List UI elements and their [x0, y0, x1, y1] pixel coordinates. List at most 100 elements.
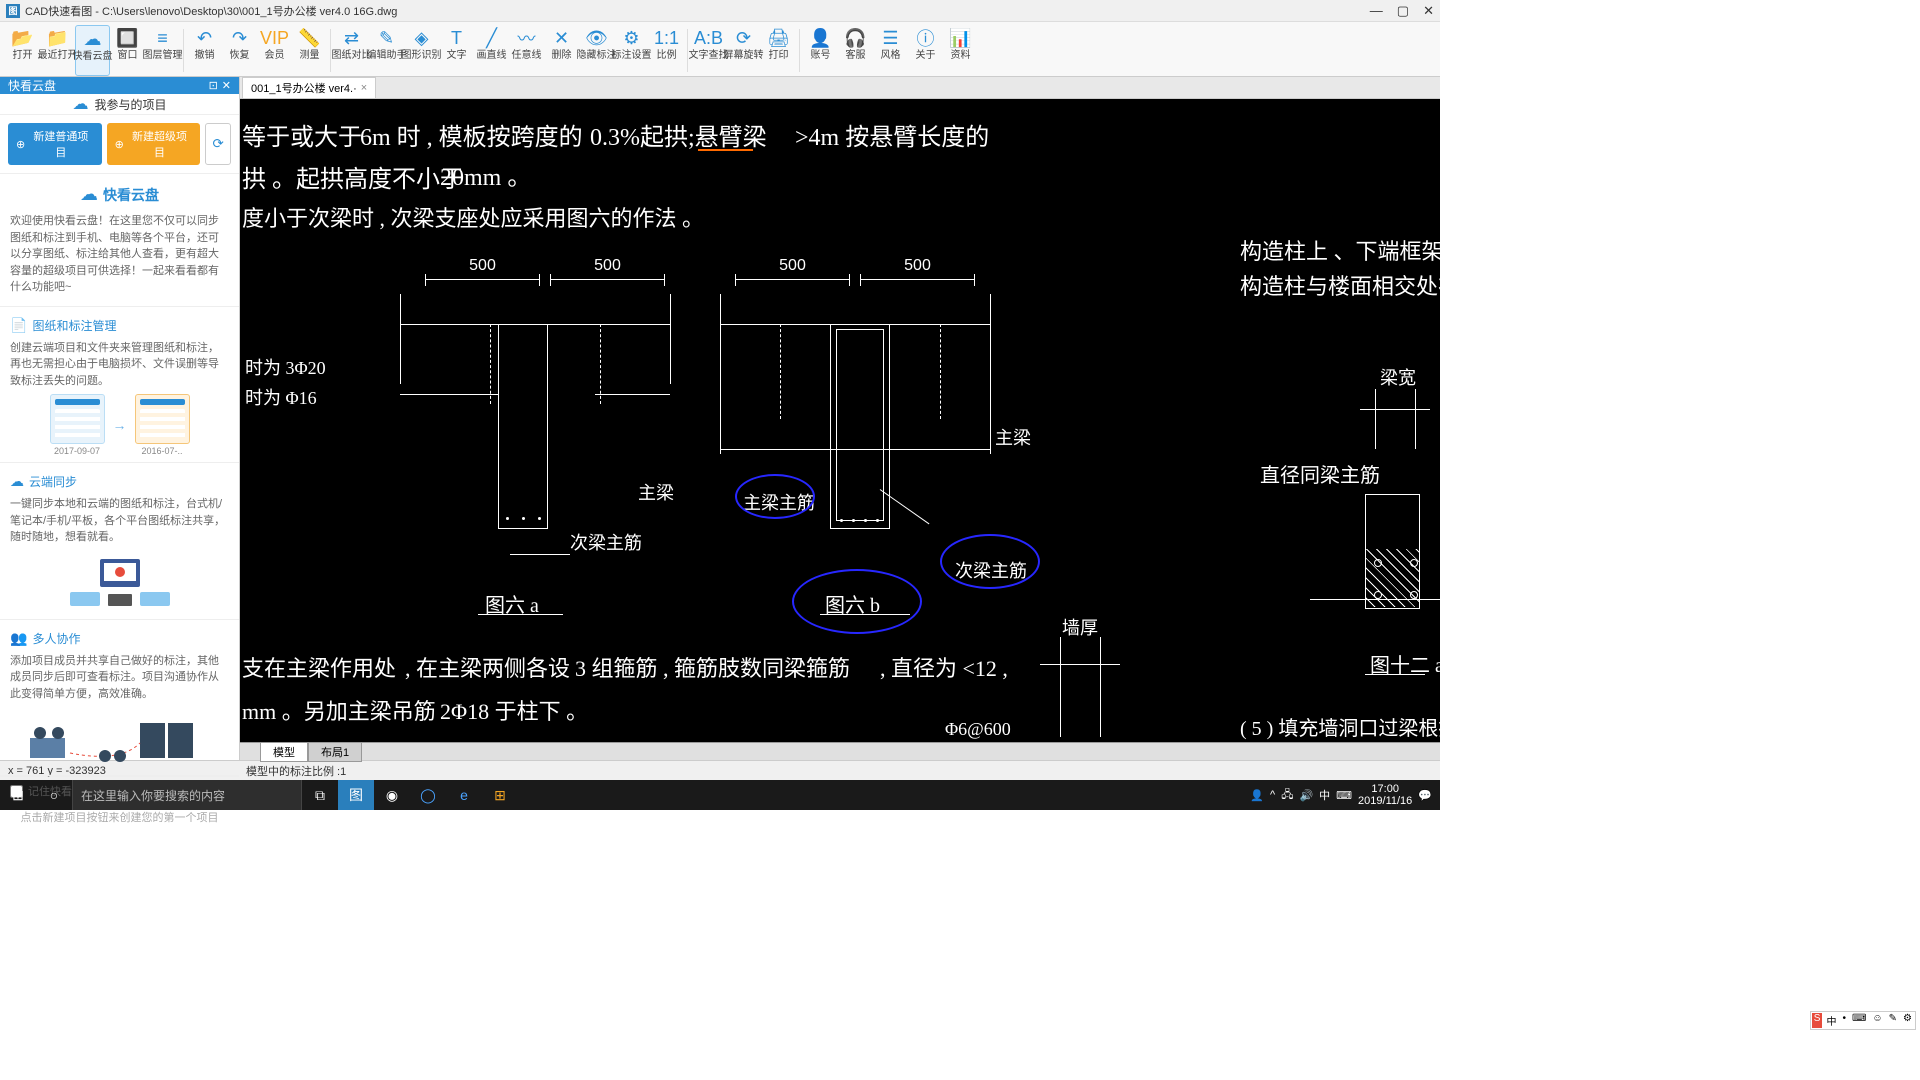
cad-text: 构造柱上 、下端框架梁处: [1240, 234, 1440, 266]
toolbar-恢复[interactable]: ↷恢复: [222, 25, 257, 76]
toolbar-快看云盘[interactable]: ☁快看云盘: [75, 25, 110, 76]
system-tray: 👤 ^ 🖧 🔊 中 ⌨ 17:00 2019/11/16 💬: [1250, 783, 1440, 807]
cloud-desc: 欢迎使用快看云盘！在这里您不仅可以同步图纸和标注到手机、电脑等各个平台，还可以分…: [10, 213, 229, 296]
model-tab[interactable]: 模型: [260, 742, 308, 762]
cad-text: 梁宽: [1380, 364, 1416, 390]
app-browser-icon[interactable]: ◯: [410, 780, 446, 810]
app-icon[interactable]: ◉: [374, 780, 410, 810]
toolbar-icon: ☁: [82, 28, 104, 50]
main-area: 快看云盘 ⊡ ✕ ☁ 我参与的项目 ⊕新建普通项目 ⊕新建超级项目 ⟳ ☁ 快看…: [0, 77, 1440, 760]
toolbar-icon: ⚙: [621, 27, 643, 49]
toolbar-icon: 👤: [810, 27, 832, 49]
app-cad-icon[interactable]: 图: [338, 780, 374, 810]
toolbar-会员[interactable]: VIP会员: [257, 25, 292, 76]
cad-text: 构造柱与楼面相交处在施工: [1240, 269, 1440, 301]
toolbar-icon: 1:1: [656, 27, 678, 49]
cad-text: 2Φ18 于柱下 。: [440, 694, 588, 726]
refresh-button[interactable]: ⟳: [205, 123, 231, 165]
tray-people-icon[interactable]: 👤: [1250, 789, 1264, 802]
task-view-icon[interactable]: ⧉: [302, 780, 338, 810]
start-button[interactable]: ⊞: [0, 780, 36, 810]
toolbar-icon: ✎: [376, 27, 398, 49]
toolbar-图形识别[interactable]: ◈图形识别: [404, 25, 439, 76]
cad-text: ( 5 ) 填充墙洞口过梁根据: [1240, 712, 1440, 741]
toolbar-测量[interactable]: 📏测量: [292, 25, 327, 76]
toolbar-icon: 🔲: [117, 27, 139, 49]
toolbar-屏幕旋转[interactable]: ⟳屏幕旋转: [726, 25, 761, 76]
ime-s-icon: S: [1812, 1013, 1823, 1028]
toolbar-标注设置[interactable]: ⚙标注设置: [614, 25, 649, 76]
titlebar: 图 CAD快速看图 - C:\Users\lenovo\Desktop\30\0…: [0, 0, 1440, 22]
layout-tab[interactable]: 布局1: [308, 742, 362, 762]
cortana-icon[interactable]: ○: [36, 780, 72, 810]
toolbar-打印[interactable]: 🖨打印: [761, 25, 796, 76]
toolbar-账号[interactable]: 👤账号: [803, 25, 838, 76]
ink-annotation: [792, 569, 922, 634]
toolbar-任意线[interactable]: 〰任意线: [509, 25, 544, 76]
toolbar-图纸对比[interactable]: ⇄图纸对比: [334, 25, 369, 76]
cloud-promo: ☁ 快看云盘 欢迎使用快看云盘！在这里您不仅可以同步图纸和标注到手机、电脑等各个…: [0, 174, 239, 307]
file-tab[interactable]: 001_1号办公楼 ver4.· ×: [242, 77, 376, 98]
toolbar-icon: 〰: [516, 27, 538, 49]
toolbar-最近打开[interactable]: 📁最近打开: [40, 25, 75, 76]
my-projects-row[interactable]: ☁ 我参与的项目: [0, 94, 239, 115]
toolbar-客服[interactable]: 🎧客服: [838, 25, 873, 76]
cad-text: >4m 按悬臂长度的: [795, 117, 989, 152]
clock[interactable]: 17:00 2019/11/16: [1358, 783, 1412, 807]
tray-keyboard-icon[interactable]: ⌨: [1336, 789, 1352, 802]
new-normal-project-button[interactable]: ⊕新建普通项目: [8, 123, 102, 165]
ime-floating-bar[interactable]: S 中•⌨☺✎⚙: [1810, 1011, 1916, 1030]
app-shield-icon[interactable]: ⊞: [482, 780, 518, 810]
toolbar-关于[interactable]: ⓘ关于: [908, 25, 943, 76]
toolbar-文字[interactable]: T文字: [439, 25, 474, 76]
panel-section: 📄图纸和标注管理创建云端项目和文件夹来管理图纸和标注，再也无需担心由于电脑损坏、…: [0, 307, 239, 464]
cad-text: 3 组箍筋 , 箍筋肢数同梁箍筋: [575, 651, 850, 683]
toolbar-隐藏标注[interactable]: 👁隐藏标注: [579, 25, 614, 76]
toolbar-画直线[interactable]: ╱画直线: [474, 25, 509, 76]
toolbar-编辑助手[interactable]: ✎编辑助手: [369, 25, 404, 76]
cloud-icon: ☁: [80, 184, 98, 205]
window-title: CAD快速看图 - C:\Users\lenovo\Desktop\30\001…: [25, 3, 1370, 19]
notifications-icon[interactable]: 💬: [1418, 789, 1432, 802]
toolbar-删除[interactable]: ✕删除: [544, 25, 579, 76]
toolbar-icon: ⇄: [341, 27, 363, 49]
toolbar-撤销[interactable]: ↶撤销: [187, 25, 222, 76]
app-edge-icon[interactable]: e: [446, 780, 482, 810]
toolbar-风格[interactable]: ☰风格: [873, 25, 908, 76]
canvas-area: 001_1号办公楼 ver4.· × 等于或大于6m 时 , 模板按跨度的0.3…: [240, 77, 1440, 760]
toolbar-icon: ╱: [481, 27, 503, 49]
toolbar-icon: 📁: [47, 27, 69, 49]
close-tab-icon[interactable]: ×: [361, 82, 367, 94]
toolbar-比例[interactable]: 1:1比例: [649, 25, 684, 76]
tray-vol-icon[interactable]: 🔊: [1299, 789, 1313, 802]
panel-pin-button[interactable]: ⊡: [209, 79, 218, 92]
taskbar-search[interactable]: 在这里输入你要搜索的内容: [72, 780, 302, 810]
file-tabs: 001_1号办公楼 ver4.· ×: [240, 77, 1440, 99]
close-button[interactable]: ✕: [1423, 3, 1434, 19]
drawing-canvas[interactable]: 等于或大于6m 时 , 模板按跨度的0.3%起拱;悬臂梁>4m 按悬臂长度的拱 …: [240, 99, 1440, 742]
toolbar-icon: ◈: [411, 27, 433, 49]
cad-text: 0.3%起拱;悬臂梁: [590, 117, 767, 152]
tray-up-icon[interactable]: ^: [1270, 789, 1275, 801]
tray-net-icon[interactable]: 🖧: [1281, 786, 1293, 805]
left-panel: 快看云盘 ⊡ ✕ ☁ 我参与的项目 ⊕新建普通项目 ⊕新建超级项目 ⟳ ☁ 快看…: [0, 77, 240, 760]
minimize-button[interactable]: —: [1370, 3, 1383, 19]
toolbar-icon: 📏: [299, 27, 321, 49]
cad-text: 墙厚: [1062, 614, 1098, 640]
toolbar-窗口[interactable]: 🔲窗口: [110, 25, 145, 76]
toolbar-icon: 🖨: [768, 27, 790, 49]
section-icon: 📄: [10, 317, 27, 334]
toolbar-资料[interactable]: 📊资料: [943, 25, 978, 76]
cad-shape: [498, 324, 548, 529]
panel-close-button[interactable]: ✕: [222, 79, 231, 92]
panel-section: ☁云端同步一键同步本地和云端的图纸和标注，台式机/笔记本/手机/平板，各个平台图…: [0, 463, 239, 620]
cad-text: 等于或大于: [242, 117, 362, 152]
tray-ime-icon[interactable]: 中: [1319, 787, 1330, 803]
cad-text: 主梁: [995, 424, 1031, 450]
toolbar-打开[interactable]: 📂打开: [5, 25, 40, 76]
toolbar-图层管理[interactable]: ≡图层管理: [145, 25, 180, 76]
toolbar-文字查找[interactable]: A:B文字查找: [691, 25, 726, 76]
maximize-button[interactable]: ▢: [1397, 3, 1409, 19]
toolbar-icon: 📊: [950, 27, 972, 49]
new-super-project-button[interactable]: ⊕新建超级项目: [107, 123, 201, 165]
